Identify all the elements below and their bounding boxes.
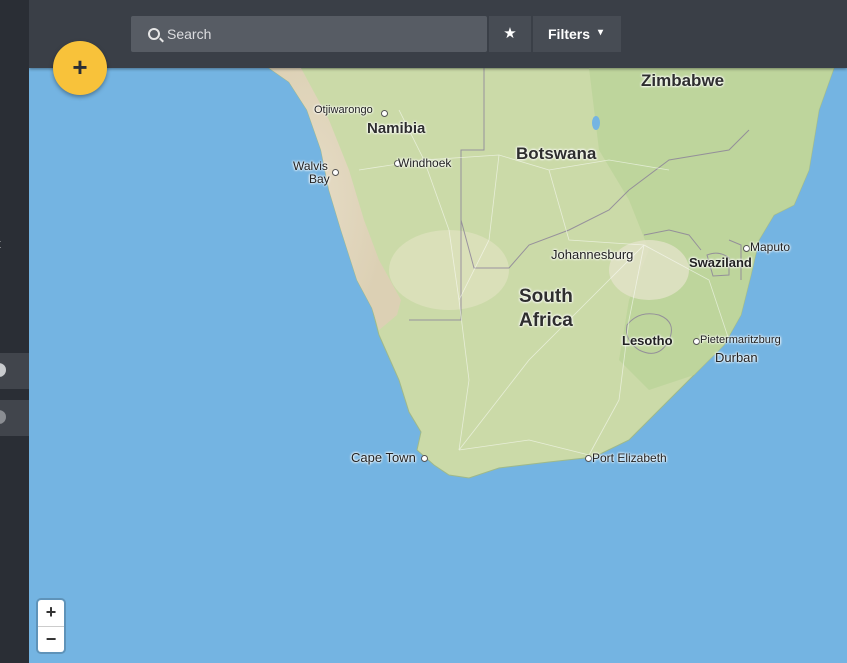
sidebar-toggle-row[interactable]: [0, 400, 29, 436]
city-label-maputo: Maputo: [750, 240, 791, 254]
sidebar-label: t: [0, 236, 1, 251]
toggle-knob[interactable]: [0, 363, 6, 377]
top-toolbar: ★ Filters ▾: [29, 0, 847, 68]
search-icon: [148, 28, 160, 40]
country-label-lesotho: Lesotho: [622, 333, 673, 348]
map-canvas[interactable]: Zimbabwe Namibia Botswana South Africa L…: [29, 0, 847, 663]
country-label-south-africa-line2: Africa: [519, 310, 573, 331]
sidebar: t: [0, 0, 29, 663]
sidebar-toggle-row[interactable]: [0, 353, 29, 389]
favorites-button[interactable]: ★: [489, 16, 531, 52]
city-label-walvis-bay-line1: Walvis: [293, 159, 328, 173]
city-label-windhoek: Windhoek: [398, 156, 452, 170]
zoom-in-button[interactable]: +: [38, 600, 64, 627]
map-landmass: [267, 67, 835, 479]
add-button[interactable]: +: [53, 41, 107, 95]
country-label-south-africa-line1: South: [519, 286, 573, 307]
search-input[interactable]: [167, 16, 477, 52]
city-label-cape-town: Cape Town: [351, 450, 416, 465]
filters-button[interactable]: Filters ▾: [533, 16, 621, 52]
zoom-out-button[interactable]: −: [38, 627, 64, 653]
city-dot: [693, 338, 700, 345]
city-dot: [585, 455, 592, 462]
country-label-botswana: Botswana: [516, 144, 597, 163]
city-label-pietermaritzburg: Pietermaritzburg: [700, 334, 781, 346]
city-dot: [332, 169, 339, 176]
city-label-durban: Durban: [715, 350, 758, 365]
chevron-down-icon: ▾: [598, 27, 604, 38]
search-box[interactable]: [131, 16, 487, 52]
country-label-swaziland: Swaziland: [689, 255, 752, 270]
city-dot: [743, 245, 750, 252]
city-label-johannesburg: Johannesburg: [551, 247, 634, 262]
city-label-port-elizabeth: Port Elizabeth: [592, 451, 667, 465]
star-icon: ★: [503, 25, 517, 42]
city-dot: [421, 455, 428, 462]
city-dot: [381, 110, 388, 117]
city-label-walvis-bay-line2: Bay: [309, 172, 330, 186]
filters-label: Filters: [548, 26, 591, 42]
country-label-zimbabwe: Zimbabwe: [641, 71, 725, 90]
city-label-otjiwarongo: Otjiwarongo: [314, 104, 373, 116]
country-label-namibia: Namibia: [367, 120, 426, 137]
toggle-knob[interactable]: [0, 410, 6, 424]
zoom-control: + −: [38, 600, 64, 652]
